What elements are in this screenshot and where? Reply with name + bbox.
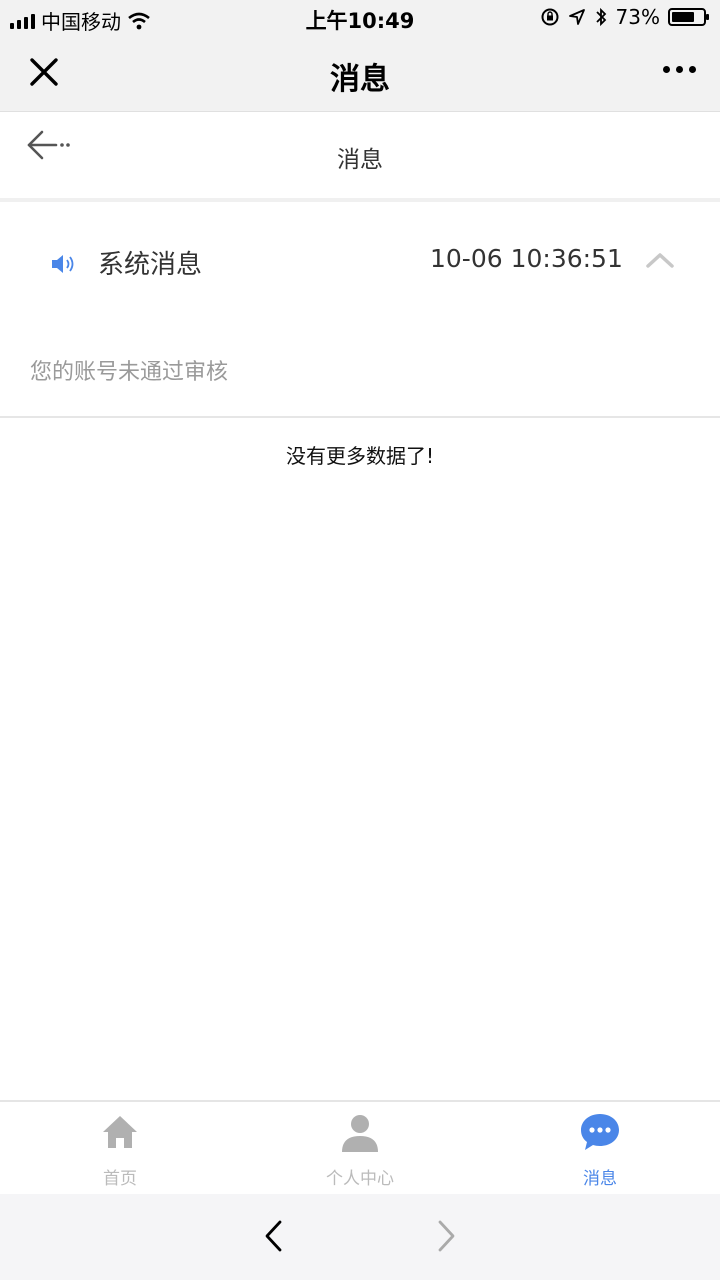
chat-bubble-icon xyxy=(581,1114,619,1150)
message-title: 系统消息 xyxy=(98,250,203,280)
more-dot-icon xyxy=(689,66,696,73)
person-icon xyxy=(342,1115,378,1152)
page-title: 消息 xyxy=(337,147,383,173)
nav-title: 消息 xyxy=(330,62,390,97)
list-end-text: 没有更多数据了! xyxy=(285,444,435,468)
message-item[interactable]: 系统消息 10-06 10:36:51 您的账号未通过审核 xyxy=(0,202,720,418)
bluetooth-icon xyxy=(595,7,606,27)
more-dot-icon xyxy=(676,66,683,73)
tab-profile[interactable]: 个人中心 xyxy=(240,1102,480,1194)
rotation-lock-icon xyxy=(541,8,559,26)
message-body: 您的账号未通过审核 xyxy=(30,360,229,385)
battery-icon xyxy=(668,8,709,26)
status-right: 73% xyxy=(540,5,709,29)
tab-label: 消息 xyxy=(583,1169,617,1189)
tab-messages[interactable]: 消息 xyxy=(480,1102,720,1194)
location-icon xyxy=(568,9,585,25)
home-icon xyxy=(103,1116,137,1148)
browser-back-icon[interactable] xyxy=(262,1218,286,1254)
tab-bar: 首页 个人中心 消息 xyxy=(0,1100,720,1194)
browser-forward-icon[interactable] xyxy=(434,1218,458,1254)
tab-label: 个人中心 xyxy=(326,1169,394,1189)
more-options-button[interactable] xyxy=(663,66,696,73)
nav-bar: 消息 xyxy=(0,36,720,112)
tab-home[interactable]: 首页 xyxy=(0,1102,240,1194)
battery-percent: 73% xyxy=(615,5,660,29)
message-time: 10-06 10:36:51 xyxy=(430,244,623,273)
browser-toolbar xyxy=(0,1194,720,1280)
status-bar: 中国移动 上午10:49 73% xyxy=(0,0,720,36)
more-dot-icon xyxy=(663,66,670,73)
tab-label: 首页 xyxy=(103,1169,137,1189)
battery-fill xyxy=(672,12,694,22)
page-header: 消息 xyxy=(0,112,720,202)
speaker-icon xyxy=(52,255,74,273)
chevron-up-icon[interactable] xyxy=(646,252,674,268)
